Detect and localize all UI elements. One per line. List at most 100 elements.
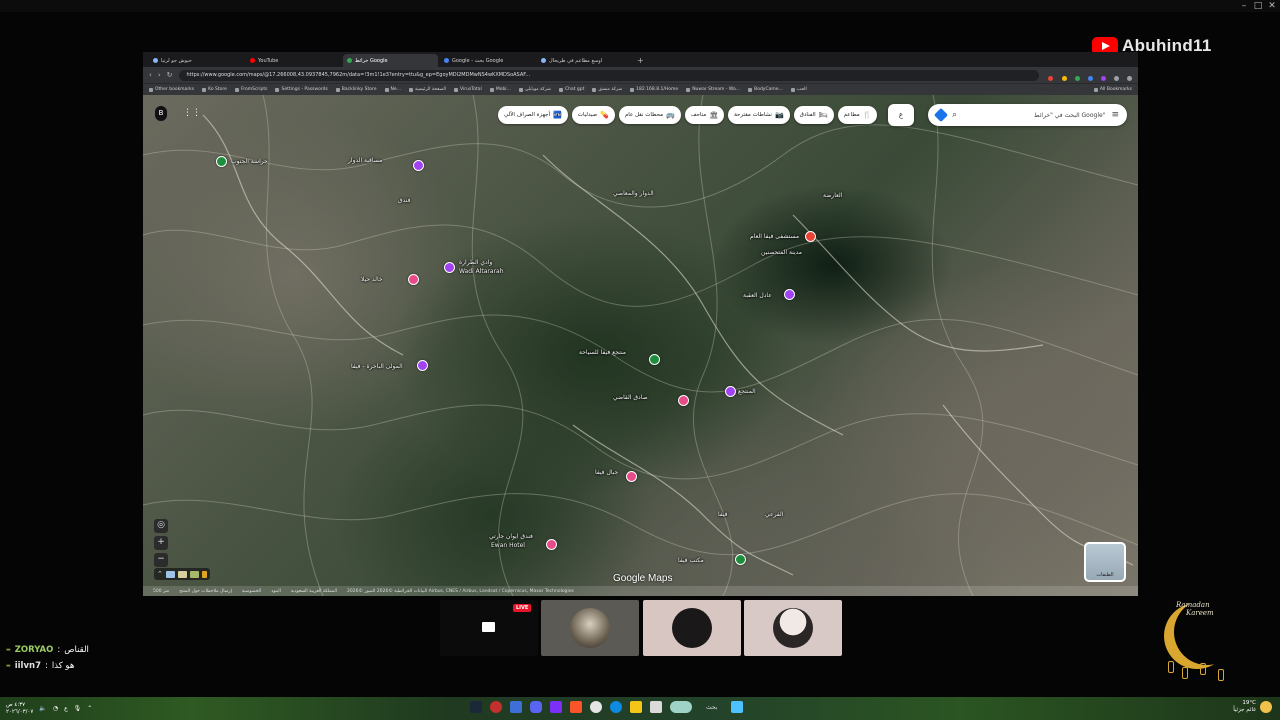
tray-expand-icon[interactable]: ⌃ [87,705,92,712]
close-button[interactable]: ✕ [1264,0,1280,12]
participant-tile[interactable] [744,600,842,656]
bookmark[interactable]: Ne... [385,87,401,92]
extension-icon[interactable] [1100,75,1106,81]
feedback-link[interactable]: إرسال ملاحظات حول المنتج [179,589,232,594]
steam-icon[interactable] [470,701,482,713]
chip-things-to-do[interactable]: 📷 نشاطات مقترحة [728,106,790,124]
taskbar-search[interactable]: بحث [706,704,717,711]
bookmark[interactable]: شركة منشق [592,87,622,92]
extension-icon[interactable] [1087,75,1093,81]
place-pin-icon[interactable] [649,354,660,365]
file-explorer-icon[interactable] [630,701,642,713]
satellite-map[interactable]: حراسة الجنوب مساقية الدوار فندق الدوار و… [143,95,1138,596]
extension-icon[interactable] [1074,75,1080,81]
forward-icon[interactable]: › [158,71,161,79]
browser-tab[interactable]: YouTube [246,54,341,67]
speaker-icon[interactable]: 🔈 [39,705,46,712]
place-pin-icon[interactable] [216,156,227,167]
place-pin-icon[interactable] [417,360,428,371]
all-bookmarks[interactable]: All Bookmarks [1094,87,1132,92]
language-button[interactable]: ع [888,104,914,126]
chip-pharmacies[interactable]: 💊 صيدليات [571,106,615,124]
layer-transit-icon[interactable] [189,570,199,578]
terms-link[interactable]: البنود [271,589,281,594]
discord-icon[interactable] [530,701,542,713]
place-pin-icon[interactable] [444,262,455,273]
zoom-out-button[interactable]: − [154,553,168,567]
screen-share-tile[interactable]: LIVE [440,600,538,656]
bookmark[interactable]: الحب [791,87,807,92]
chip-restaurants[interactable]: 🍴 مطاعم [837,106,878,124]
chip-atms[interactable]: 🏧 أجهزة الصراف الآلي [498,106,568,124]
brave-icon[interactable] [570,701,582,713]
weather-widget[interactable]: 19°C غائم جزئياً [1233,700,1272,714]
place-pin-icon[interactable] [784,289,795,300]
my-location-icon[interactable]: ◎ [154,519,168,533]
place-pin-icon[interactable] [735,554,746,565]
browser-tab-active[interactable]: خرائط Google [343,54,438,67]
microphone-icon[interactable]: 🎙 [74,705,82,712]
bookmark[interactable]: الصفحة الرئيسية [409,87,446,92]
pegman-icon[interactable] [201,570,207,578]
hotel-pin-icon[interactable] [546,539,557,550]
bookmark[interactable]: Backlinky Store [336,87,377,92]
new-tab-button[interactable]: + [637,54,644,67]
hamburger-menu-icon[interactable]: ≡ [1111,110,1119,120]
participant-tile[interactable] [541,600,639,656]
menu-icon[interactable] [1127,75,1132,81]
hospital-pin-icon[interactable] [805,231,816,242]
layer-terrain-icon[interactable] [165,570,175,578]
bookmark[interactable]: BodyCame... [748,87,783,92]
bookmark[interactable]: شركة موبايلي [519,87,551,92]
extension-icon[interactable] [1061,75,1067,81]
search-icon[interactable]: ⌕ [952,110,957,120]
map-search-box[interactable]: ⌕ البحث في "خرائط Google" ≡ [928,104,1127,126]
browser-tab[interactable]: Google - بحث Google [440,54,535,67]
language-indicator[interactable]: ع [64,705,68,712]
chip-transit[interactable]: 🚌 محطات نقل عام [618,106,681,124]
search-input[interactable]: البحث في "خرائط Google" [963,112,1105,119]
layers-toggle[interactable]: الطبقات [1084,542,1126,582]
bookmark[interactable]: Chat gpt [559,87,584,92]
app-icon[interactable] [510,701,522,713]
profile-icon[interactable] [1113,75,1119,81]
bookmark[interactable]: Nuwar Stream - Wa... [686,87,740,92]
layer-traffic-icon[interactable] [177,570,187,578]
chip-museums[interactable]: 🏛 متاحف [684,106,725,124]
bookmark[interactable]: Settings - Passwords [275,87,327,92]
extension-icon[interactable] [1048,75,1054,81]
scale-label[interactable]: 500 متر [153,589,169,594]
back-icon[interactable]: ‹ [149,71,152,79]
directions-icon[interactable] [933,107,949,123]
windows-start-icon[interactable] [731,701,744,713]
reload-icon[interactable]: ↻ [167,71,173,79]
account-icon[interactable]: B [154,105,168,122]
address-bar[interactable]: https://www.google.com/maps/@17.266008,4… [178,69,1040,81]
obs-icon[interactable] [490,701,502,713]
place-pin-icon[interactable] [408,274,419,285]
network-icon[interactable]: ◔ [53,705,58,712]
bookmark[interactable]: Ko Store [202,87,227,92]
clock[interactable]: ٤:٣٧ ص ٢٠٢٦/٠٣/٠٧ [6,702,33,716]
chip-hotels[interactable]: 🛏 الفنادق [793,106,834,124]
bookmark[interactable]: VirusTotal [454,87,482,92]
apps-grid-icon[interactable]: ⋮⋮ [183,108,201,118]
bookmark[interactable]: Other bookmarks [149,87,194,92]
chrome-icon[interactable] [590,701,602,713]
participant-tile[interactable] [643,600,741,656]
edge-icon[interactable] [610,701,622,713]
app-icon[interactable] [550,701,562,713]
browser-tab[interactable]: حيوش جو لرتيا [149,54,244,67]
zoom-in-button[interactable]: + [154,536,168,550]
place-pin-icon[interactable] [413,160,424,171]
place-pin-icon[interactable] [626,471,637,482]
browser-tab[interactable]: اوسع مطاعم في طريحال [537,54,632,67]
place-pin-icon[interactable] [678,395,689,406]
bookmark[interactable]: 182.168.8.1/Home [630,87,678,92]
widgets-icon[interactable] [670,701,692,713]
app-icon[interactable] [650,701,662,713]
bookmark[interactable]: FromScripts [235,87,268,92]
expand-up-icon[interactable]: ⌃ [157,570,163,578]
privacy-link[interactable]: الخصوصية [242,589,261,594]
place-pin-icon[interactable] [725,386,736,397]
